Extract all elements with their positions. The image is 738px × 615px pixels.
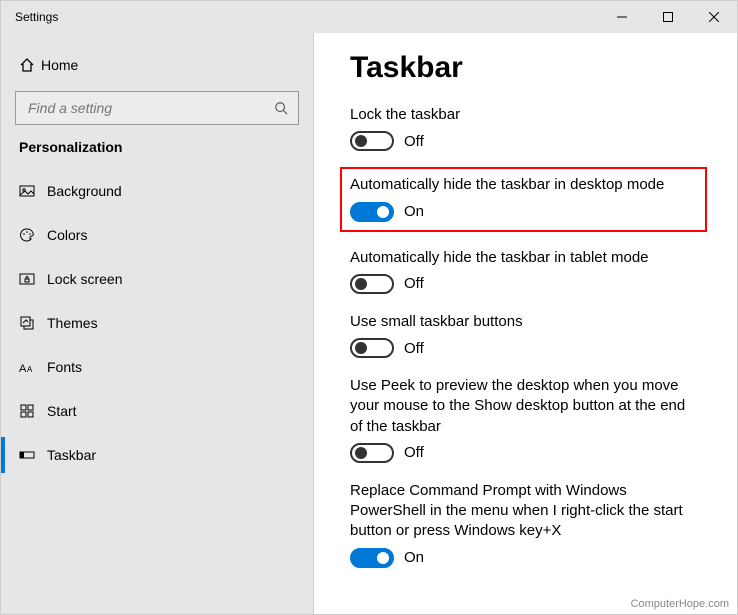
setting-row: Automatically hide the taskbar in deskto… [340, 167, 707, 231]
setting-row: Use Peek to preview the desktop when you… [350, 374, 701, 465]
palette-icon [19, 227, 47, 243]
svg-text:A: A [19, 363, 27, 374]
titlebar: Settings [1, 1, 737, 33]
search-icon [274, 101, 288, 115]
watermark: ComputerHope.com [631, 598, 729, 610]
setting-label: Use small taskbar buttons [350, 312, 701, 332]
search-input[interactable] [26, 99, 274, 117]
sidebar-item-background[interactable]: Background [1, 169, 313, 213]
setting-row: Use small taskbar buttons Off [350, 310, 701, 360]
sidebar-item-label: Themes [47, 315, 98, 331]
category-label: Personalization [1, 139, 313, 155]
setting-row: Replace Command Prompt with Windows Powe… [350, 479, 701, 570]
toggle-state: Off [404, 444, 424, 461]
home-icon [19, 57, 41, 73]
sidebar-item-lock-screen[interactable]: Lock screen [1, 257, 313, 301]
sidebar-item-label: Lock screen [47, 271, 122, 287]
toggle-switch[interactable] [350, 131, 394, 151]
sidebar-item-colors[interactable]: Colors [1, 213, 313, 257]
lock-screen-icon [19, 271, 47, 287]
toggle-state: Off [404, 275, 424, 292]
toggle-state: Off [404, 340, 424, 357]
maximize-button[interactable] [645, 1, 691, 33]
toggle-state: On [404, 549, 424, 566]
start-icon [19, 403, 47, 419]
sidebar-item-label: Taskbar [47, 447, 96, 463]
settings-window: Settings Home [0, 0, 738, 615]
taskbar-icon [19, 447, 47, 463]
setting-label: Automatically hide the taskbar in deskto… [350, 175, 697, 195]
toggle-state: On [404, 203, 424, 220]
toggle-switch[interactable] [350, 274, 394, 294]
sidebar-item-themes[interactable]: Themes [1, 301, 313, 345]
setting-label: Use Peek to preview the desktop when you… [350, 376, 701, 437]
window-controls [599, 1, 737, 33]
themes-icon [19, 315, 47, 331]
toggle-switch[interactable] [350, 202, 394, 222]
sidebar-item-label: Colors [47, 227, 87, 243]
toggle-state: Off [404, 133, 424, 150]
window-title: Settings [15, 10, 58, 24]
setting-row: Automatically hide the taskbar in tablet… [350, 246, 701, 296]
sidebar-item-start[interactable]: Start [1, 389, 313, 433]
sidebar-item-fonts[interactable]: AA Fonts [1, 345, 313, 389]
setting-label: Automatically hide the taskbar in tablet… [350, 248, 701, 268]
search-box[interactable] [15, 91, 299, 125]
sidebar-item-label: Background [47, 183, 122, 199]
toggle-switch[interactable] [350, 548, 394, 568]
setting-row: Lock the taskbar Off [350, 103, 701, 153]
close-button[interactable] [691, 1, 737, 33]
home-link[interactable]: Home [1, 45, 313, 85]
page-title: Taskbar [350, 51, 701, 85]
home-label: Home [41, 57, 78, 73]
main-content: Taskbar Lock the taskbar Off Automatically… [314, 33, 737, 614]
toggle-switch[interactable] [350, 443, 394, 463]
minimize-button[interactable] [599, 1, 645, 33]
sidebar-item-label: Fonts [47, 359, 82, 375]
sidebar-item-taskbar[interactable]: Taskbar [1, 433, 313, 477]
fonts-icon: AA [19, 360, 47, 374]
setting-label: Replace Command Prompt with Windows Powe… [350, 481, 701, 542]
picture-icon [19, 183, 47, 199]
svg-text:A: A [27, 365, 33, 374]
toggle-switch[interactable] [350, 338, 394, 358]
sidebar-item-label: Start [47, 403, 77, 419]
setting-label: Lock the taskbar [350, 105, 701, 125]
sidebar: Home Personalization Background Colo [1, 33, 314, 614]
